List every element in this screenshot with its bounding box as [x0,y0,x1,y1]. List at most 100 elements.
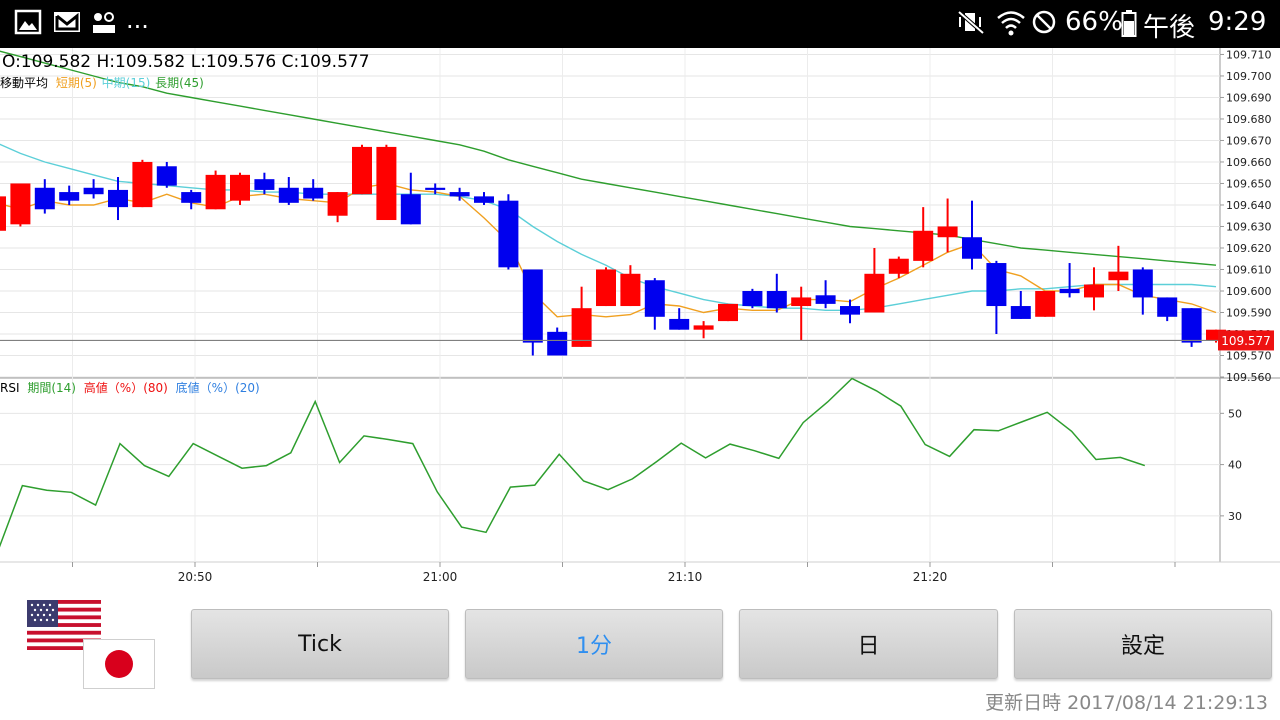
time-label: 21:20 [913,570,948,584]
candle-up [596,267,616,307]
candle-down [498,194,519,270]
candle-body [425,187,446,190]
candle-down [181,189,202,210]
price-tick-label: 109.640 [1226,199,1272,212]
candle-body [132,161,153,208]
candle-body [888,258,909,274]
do-not-disturb-icon [1032,10,1056,34]
daily-button[interactable]: 日 [739,609,998,679]
rsi-legend-prefix: RSI [0,381,20,395]
price-tick-label: 109.700 [1226,70,1272,83]
rsi-legend-low: 底値（%）(20) [176,380,260,395]
candle-body [937,226,958,238]
wifi-icon [997,11,1025,36]
candle-body [669,318,690,330]
rsi-tick-label: 30 [1228,510,1242,523]
candle-body [327,192,348,216]
tick-button[interactable]: Tick [191,609,449,679]
fx-chart[interactable]: 109.710 109.700 109.690 109.680 109.670 109.6… [0,48,1280,588]
ma-legend: 移動平均 短期(5) 中期(15) 長期(45) [0,75,204,90]
japan-flag-icon[interactable] [83,639,155,689]
candle-body [1084,284,1104,298]
candle-down [425,183,446,195]
candle-up [1084,267,1104,311]
candle-body [376,146,397,221]
candle-down [1181,308,1202,347]
candle-down [400,172,421,225]
battery-icon [1121,10,1137,37]
candle-body [1157,297,1178,317]
candle-up [132,159,153,208]
price-tick-label: 109.630 [1226,220,1272,233]
candle-down [1157,297,1178,322]
ohlc-readout: O:109.582 H:109.582 L:109.576 C:109.577 [2,52,370,72]
mute-vibrate-icon [957,10,985,35]
candle-body [449,192,470,197]
last-updated: 更新日時 2017/08/14 21:29:13 [979,688,1268,715]
price-tick-label: 109.680 [1226,113,1272,126]
rsi-axis: 50 40 30 [1220,407,1242,523]
price-tick-label: 109.560 [1226,371,1272,384]
voicemail-icon [93,12,115,33]
price-tick-label: 109.610 [1226,263,1272,276]
candle-body [815,295,836,304]
price-tick-label: 109.660 [1226,156,1272,169]
candle-down [1059,263,1080,298]
candle-body [474,196,494,203]
candle-up [352,144,372,195]
candle-down [815,280,836,309]
status-bar: ... 66% 午後 9:29 [0,0,1280,48]
candle-body [620,273,641,307]
candle-down [449,187,470,201]
price-tick-label: 109.710 [1226,48,1272,61]
candle-body [230,174,250,201]
candle-body [547,331,568,356]
rsi-legend: RSI 期間(14) 高値（%）(80) 底値（%）(20) [0,380,260,395]
candle-up [693,321,714,339]
candle-body [156,166,177,186]
candle-body [254,179,275,190]
candle-down [840,299,860,324]
time-axis: 20:50 21:00 21:10 21:20 [72,562,1176,584]
candle-body [108,189,128,208]
candle-body [962,237,982,259]
candle-up [0,196,6,231]
candle-down [34,179,55,214]
time-label: 21:10 [668,570,703,584]
candle-up [1035,290,1056,317]
candle-down [59,185,80,205]
last-updated-label: 更新日時 [985,692,1062,714]
price-tick-label: 109.670 [1226,134,1272,147]
settings-button[interactable]: 設定 [1014,609,1272,679]
ma-legend-title: 移動平均 [0,76,48,90]
candle-body [303,187,324,199]
battery-percentage: 66% [1065,7,1123,37]
price-tick-label: 109.570 [1226,349,1272,362]
gallery-icon [14,9,42,35]
candle-body [205,174,226,210]
gmail-icon [54,12,80,32]
last-updated-value: 2017/08/14 21:29:13 [1067,692,1268,714]
candle-body [718,303,738,322]
candle-body [181,192,202,203]
candle-body [693,325,714,330]
candle-body [59,192,80,201]
rsi-legend-high: 高値（%）(80) [84,380,168,395]
rsi-legend-period: 期間(14) [27,381,76,395]
candle-down [1132,267,1153,315]
candle-up [205,170,226,210]
time-label: 21:00 [423,570,458,584]
candle-down [962,200,982,270]
clock-time: 9:29 [1208,7,1267,37]
price-tick-label: 109.690 [1226,91,1272,104]
more-notifications-icon: ... [126,6,149,34]
price-tick-label: 109.620 [1226,242,1272,255]
candle-body [840,306,860,315]
candle-up [230,172,250,205]
candle-down [303,179,324,201]
candle-body [1010,306,1031,319]
candle-body [1059,288,1080,294]
candle-body [1181,308,1202,343]
one-minute-button[interactable]: 1分 [465,609,723,679]
current-price-label: 109.577 [1221,334,1271,348]
